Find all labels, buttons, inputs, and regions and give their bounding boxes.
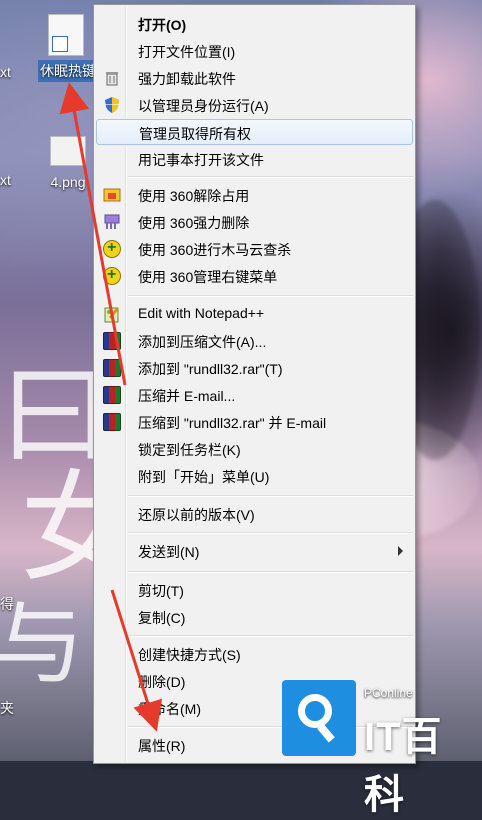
desktop-shortcut-icon[interactable]: 休眠热键 [38,14,98,82]
menu-item-360-cloud-scan[interactable]: 使用 360进行木马云查杀 [96,236,413,262]
360-shred-icon [103,213,121,231]
menu-item-send-to[interactable]: 发送到(N) [96,538,413,564]
menu-item-label: 删除(D) [138,674,186,690]
menu-item-label: 打开(O) [138,17,187,33]
menu-item-label: 剪切(T) [138,583,184,599]
menu-separator [128,495,413,497]
menu-item-label: 创建快捷方式(S) [138,647,241,663]
menu-separator [128,532,413,534]
winrar-icon [103,359,121,377]
menu-item-pin-taskbar[interactable]: 锁定到任务栏(K) [96,436,413,462]
menu-item-label: Edit with Notepad++ [138,305,265,321]
menu-item-label: 属性(R) [138,738,186,754]
menu-item-label: 压缩并 E-mail... [138,388,236,404]
menu-item-add-to-rar[interactable]: 添加到 "rundll32.rar"(T) [96,355,413,381]
menu-item-label: 用记事本打开该文件 [138,152,264,168]
menu-item-360-force-delete[interactable]: 使用 360强力删除 [96,209,413,235]
menu-separator [128,176,413,178]
menu-separator [128,635,413,637]
menu-separator [128,295,413,297]
360-scan-icon [103,239,121,258]
menu-item-edit-notepadpp[interactable]: Edit with Notepad++ [96,301,413,327]
menu-item-compress-email[interactable]: 压缩并 E-mail... [96,382,413,408]
menu-item-label: 使用 360强力删除 [138,215,250,231]
menu-item-label: 强力卸载此软件 [138,71,236,87]
menu-item-open-with-notepad[interactable]: 用记事本打开该文件 [96,146,413,172]
menu-item-label: 以管理员身份运行(A) [138,98,269,114]
shortcut-arrow-icon [52,36,68,52]
menu-item-label: 附到「开始」菜单(U) [138,469,270,485]
menu-item-label: 重命名(M) [138,701,201,717]
menu-item-open-file-location[interactable]: 打开文件位置(I) [96,38,413,64]
submenu-arrow-icon [398,546,403,556]
360-unlock-icon [103,186,121,204]
trash-icon [103,69,121,87]
winrar-icon [103,413,121,431]
menu-item-restore-versions[interactable]: 还原以前的版本(V) [96,501,413,527]
menu-item-add-to-archive[interactable]: 添加到压缩文件(A)... [96,328,413,354]
menu-item-360-unlock[interactable]: 使用 360解除占用 [96,182,413,208]
menu-item-create-shortcut[interactable]: 创建快捷方式(S) [96,641,413,667]
menu-item-label: 管理员取得所有权 [139,126,251,142]
menu-item-label: 锁定到任务栏(K) [138,442,241,458]
context-menu: 打开(O) 打开文件位置(I) 强力卸载此软件 以管理员身份运行(A) 管理员取… [93,4,416,764]
pconline-watermark: PConline IT百科 [282,680,478,817]
winrar-icon [103,332,121,350]
image-file-icon [50,136,86,166]
menu-item-label: 还原以前的版本(V) [138,507,255,523]
watermark-brand-small: PConline [364,686,413,700]
menu-item-label: 复制(C) [138,610,186,626]
menu-item-label: 添加到压缩文件(A)... [138,334,267,350]
menu-item-compress-rar-email[interactable]: 压缩到 "rundll32.rar" 并 E-mail [96,409,413,435]
pconline-logo-icon [282,680,356,756]
menu-item-copy[interactable]: 复制(C) [96,604,413,630]
uac-shield-icon [103,96,121,114]
desktop-fragment-text: xt [0,64,11,80]
menu-item-label: 添加到 "rundll32.rar"(T) [138,361,283,377]
menu-item-run-as-admin[interactable]: 以管理员身份运行(A) [96,92,413,118]
menu-item-label: 使用 360管理右键菜单 [138,269,278,285]
menu-item-label: 使用 360进行木马云查杀 [138,242,292,258]
desktop-icon-label: 4.png [50,174,86,190]
menu-item-label: 打开文件位置(I) [138,44,236,60]
desktop-icon-label: 休眠热键 [38,60,98,82]
menu-item-360-manage-menu[interactable]: 使用 360管理右键菜单 [96,263,413,289]
menu-item-label: 使用 360解除占用 [138,188,250,204]
menu-item-label: 压缩到 "rundll32.rar" 并 E-mail [138,415,327,431]
magnifier-ring-shape [298,694,332,728]
winrar-icon [103,386,121,404]
360-menu-icon [103,266,121,285]
file-icon [48,14,84,56]
desktop-fragment-text: xt [0,172,11,188]
watermark-brand-big: IT百科 [364,715,443,817]
menu-item-label: 发送到(N) [138,544,200,560]
desktop-fragment-text: 得 [0,596,14,612]
menu-item-pin-start[interactable]: 附到「开始」菜单(U) [96,463,413,489]
menu-item-open[interactable]: 打开(O) [96,11,413,37]
notepadpp-icon [103,305,121,323]
desktop-fragment-text: 夹 [0,700,14,716]
menu-item-cut[interactable]: 剪切(T) [96,577,413,603]
menu-item-force-uninstall[interactable]: 强力卸载此软件 [96,65,413,91]
menu-separator [128,571,413,573]
magnifier-handle-shape [317,723,335,743]
menu-item-take-ownership[interactable]: 管理员取得所有权 [96,119,413,145]
desktop-png-icon[interactable]: 4.png [44,136,92,190]
